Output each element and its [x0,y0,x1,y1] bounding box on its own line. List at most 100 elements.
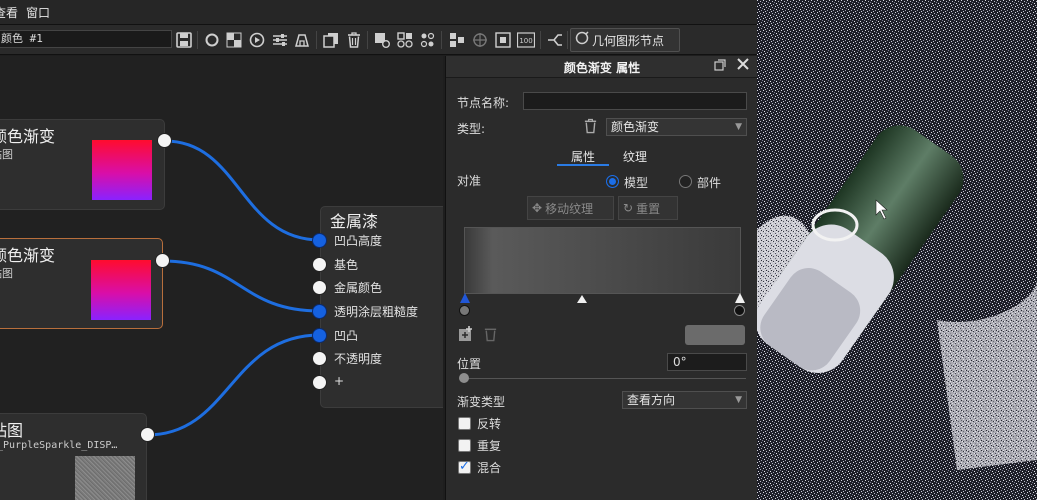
move-texture-label: 移动纹理 [545,201,594,216]
type-select[interactable]: 颜色渐变 ▼ [606,118,747,136]
trash-icon[interactable] [583,118,598,138]
geo-node-icon [575,31,589,49]
gradient-stop-left-marker[interactable] [460,293,470,303]
align-label: 对准 [457,174,482,188]
gradient-type-value: 查看方向 [627,393,676,407]
gradient-node-1[interactable]: 颜色渐变 贴图 [0,119,165,210]
gradient-node-2[interactable]: 颜色渐变 贴图 [0,238,163,329]
input-port-bump[interactable] [312,328,327,343]
node-name-label: 节点名称: [457,96,510,110]
node-title: 颜色渐变 [0,127,56,146]
gradient-stop-right[interactable] [734,305,745,316]
node-subtitle: 贴图 [0,148,13,161]
menu-view[interactable]: 查看 [0,4,26,21]
move-texture-button[interactable]: ✥ 移动纹理 [527,196,614,220]
reverse-checkbox[interactable] [458,417,471,430]
checker-icon[interactable] [224,30,244,50]
radio-model-label: 模型 [624,176,649,190]
gradient-preview [92,140,152,200]
node-title: 贴图 [0,421,24,440]
nodes-icon[interactable] [395,30,415,50]
play-icon[interactable] [247,30,267,50]
reset-label: 重置 [636,201,661,216]
port-label: 基色 [334,258,359,272]
radio-part[interactable] [679,175,692,188]
split-icon[interactable] [545,30,565,50]
panel-title: 颜色渐变 属性 [563,61,641,75]
tab-texture[interactable]: 纹理 [609,148,661,166]
add-stop-icon[interactable] [458,326,474,346]
close-icon[interactable] [737,58,749,74]
radio-part-label: 部件 [697,176,722,190]
position-input[interactable]: 0° [667,353,747,371]
camera-icon[interactable] [372,30,392,50]
input-port-clearcoat-roughness[interactable] [312,304,327,319]
menu-window[interactable]: 窗口 [26,4,58,21]
output-port[interactable] [157,133,172,148]
target-icon[interactable] [470,30,490,50]
gradient-stop-right-marker[interactable] [735,293,745,303]
node-subtitle: 贴图 [0,267,13,280]
wire-texture-bump [146,333,321,437]
blend-checkbox[interactable] [458,459,471,474]
reverse-label: 反转 [477,417,502,431]
reset-icon: ↻ [623,201,634,215]
output-port[interactable] [155,253,170,268]
zoom-100-icon[interactable]: 100 [516,30,536,50]
port-label: + [334,374,345,388]
geometry-node-button[interactable]: 几何图形节点 [570,28,680,52]
blend-label: 混合 [477,461,502,475]
chevron-down-icon: ▼ [735,122,742,132]
chevron-down-icon: ▼ [735,395,742,405]
render-image [757,0,1037,500]
position-slider-knob[interactable] [459,373,469,383]
sliders-icon[interactable] [270,30,290,50]
gradient-stop-left[interactable] [459,305,470,316]
menu-bar: 查看 窗口 [0,0,757,25]
input-port-opacity[interactable] [312,351,327,366]
fit-icon[interactable] [493,30,513,50]
texture-node[interactable]: 贴图 W_PurpleSparkle_DISP… [0,413,147,500]
search-icon[interactable] [202,30,222,50]
properties-panel: 颜色渐变 属性 节点名称: 类型: 颜色渐变 ▼ 属性 纹理 对准 模型 部件 … [445,56,758,500]
port-label: 凹凸 [334,329,359,343]
input-port-bump-height[interactable] [312,233,327,248]
port-label: 金属颜色 [334,281,383,295]
geometry-node-label: 几何图形节点 [592,33,665,48]
node-title: 金属漆 [330,212,379,231]
wire-gradient2-clearcoat [162,259,321,313]
gradient-editor[interactable] [464,227,741,294]
gradient-type-select[interactable]: 查看方向 ▼ [622,391,747,409]
svg-text:100: 100 [519,37,532,45]
toolbar: 颜色 #1 100 几何图形节点 [0,25,757,55]
gradient-midpoint-marker[interactable] [577,295,587,303]
tab-attributes[interactable]: 属性 [557,148,609,166]
render-viewport[interactable] [757,0,1037,500]
node-graph[interactable]: 颜色渐变 贴图 颜色渐变 贴图 贴图 W_PurpleSparkle_DISP…… [0,56,443,500]
reset-button[interactable]: ↻ 重置 [618,196,678,220]
node-title: 颜色渐变 [0,246,56,265]
save-icon[interactable] [174,30,194,50]
repeat-checkbox[interactable] [458,439,471,452]
trash-icon[interactable] [344,30,364,50]
float-window-icon[interactable] [714,59,726,75]
input-port-base-color[interactable] [312,257,327,272]
panel-header: 颜色渐变 属性 [446,56,758,78]
stop-color-swatch[interactable] [685,325,745,345]
delete-stop-icon[interactable] [483,326,498,346]
scale-icon[interactable] [292,30,312,50]
copy-icon[interactable] [321,30,341,50]
radio-model[interactable] [606,175,619,188]
position-slider-track[interactable] [464,378,746,379]
node-name-input[interactable] [523,92,747,110]
node-subtitle: W_PurpleSparkle_DISP… [0,440,118,451]
input-port-metal-color[interactable] [312,280,327,295]
output-port[interactable] [140,427,155,442]
nodes2-icon[interactable] [418,30,438,50]
repeat-label: 重复 [477,439,502,453]
layout-icon[interactable] [447,30,467,50]
input-port-add[interactable] [312,375,327,390]
graph-name-field[interactable]: 颜色 #1 [0,30,172,48]
type-select-value: 颜色渐变 [611,120,660,134]
port-label: 不透明度 [334,352,383,366]
